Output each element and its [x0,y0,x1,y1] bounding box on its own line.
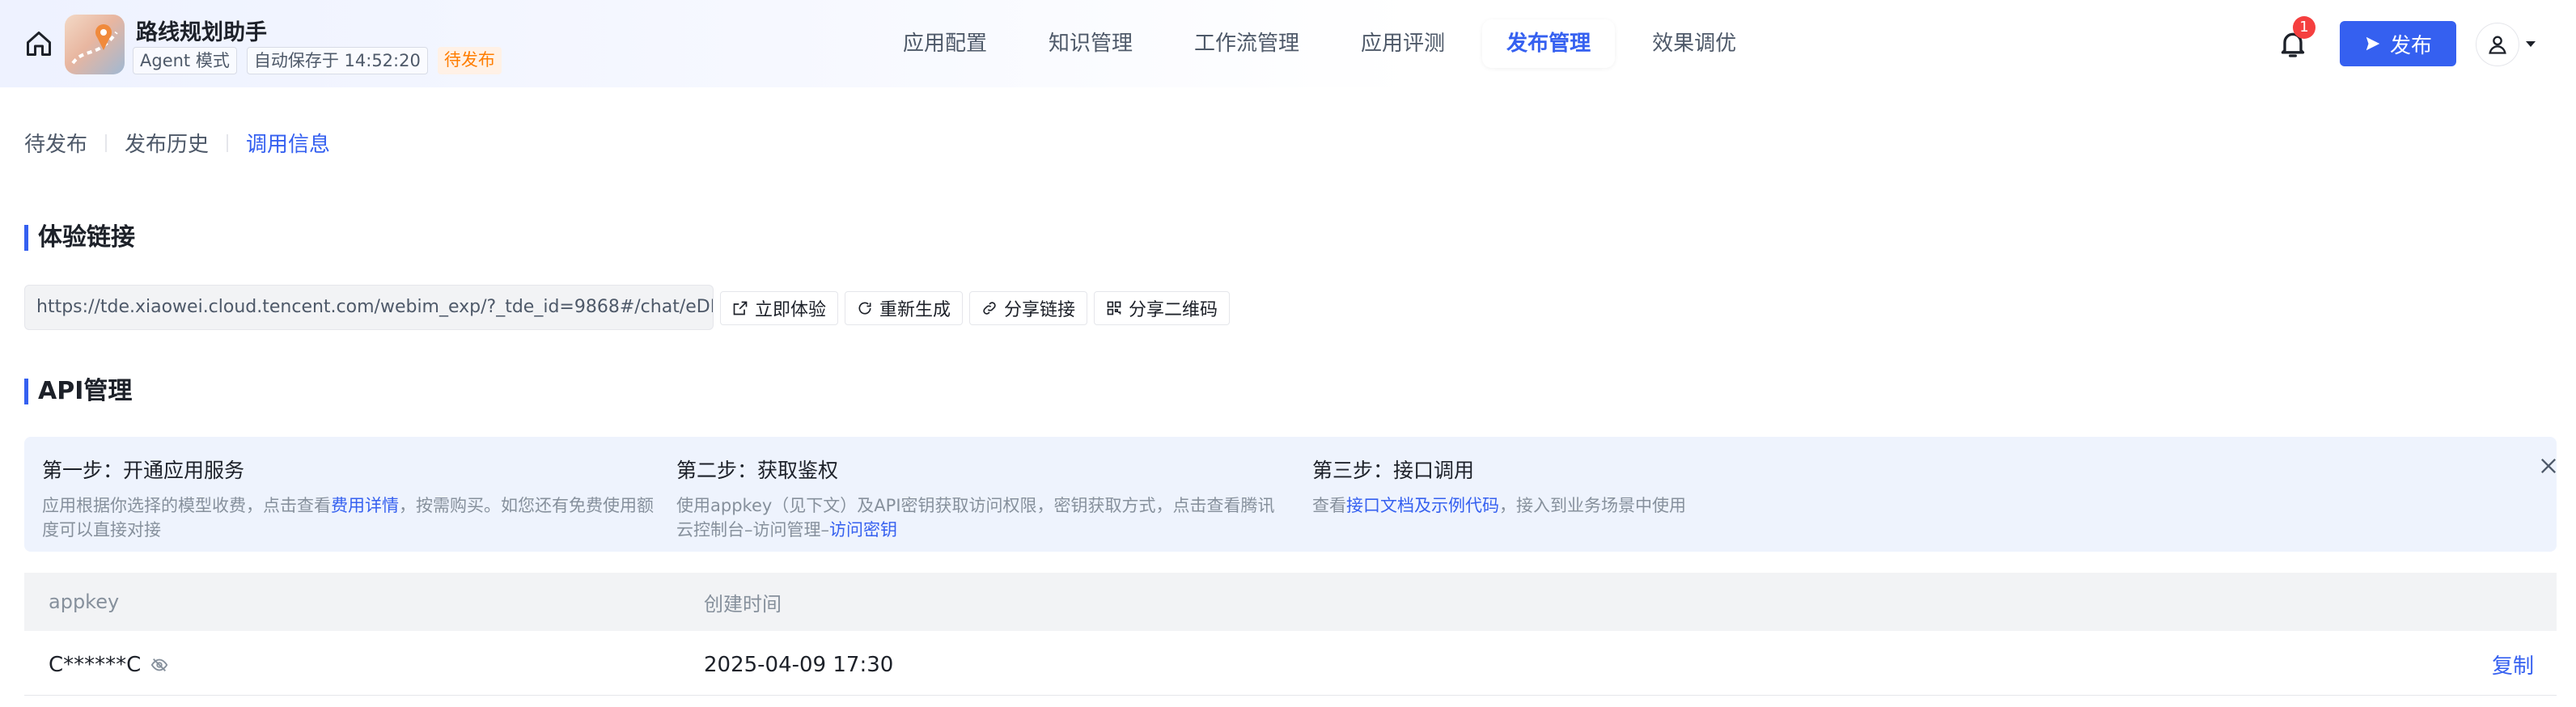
regenerate-label: 重新生成 [879,300,951,320]
avatar[interactable] [2476,23,2519,66]
home-icon[interactable] [24,29,53,58]
status-badge: 待发布 [437,47,502,74]
divider [227,133,229,152]
publish-button[interactable]: 发布 [2340,21,2456,66]
appkey-cell: C******C [49,634,168,695]
close-icon[interactable] [2537,455,2560,477]
tab-evaluation[interactable]: 应用评测 [1337,19,1469,68]
experience-url-field[interactable]: https://tde.xiaowei.cloud.tencent.com/we… [24,285,714,330]
appkey-value: C******C [49,652,142,677]
step-title: 第二步：获取鉴权 [676,459,839,482]
api-steps-banner: 第一步：开通应用服务 应用根据你选择的模型收费，点击查看费用详情，按需购买。如您… [24,437,2557,552]
user-icon [2489,36,2506,54]
sub-tabs: 待发布 发布历史 调用信息 [24,128,330,158]
share-qrcode-button[interactable]: 分享二维码 [1094,291,1231,325]
column-header-created: 创建时间 [704,592,782,616]
copy-button[interactable]: 复制 [2492,634,2534,695]
tab-tuning[interactable]: 效果调优 [1628,19,1760,68]
step-desc: 应用根据你选择的模型收费，点击查看费用详情，按需购买。如您还有免费使用额度可以直… [42,496,654,540]
step-title: 第三步：接口调用 [1312,459,1475,482]
step-title: 第一步：开通应用服务 [42,459,245,482]
tab-workflow[interactable]: 工作流管理 [1170,19,1324,68]
divider [105,133,108,152]
step-desc: 使用appkey（见下文）及API密钥获取访问权限，密钥获取方式，点击查看腾讯云… [676,496,1275,540]
open-icon [733,301,748,315]
column-header-appkey: appkey [49,591,120,613]
send-icon [2366,36,2380,51]
link-icon [983,302,996,315]
eye-hidden-icon[interactable] [150,656,168,674]
step-2: 第二步：获取鉴权 使用appkey（见下文）及API密钥获取访问权限，密钥获取方… [676,455,1291,542]
fee-details-link[interactable]: 费用详情 [331,496,399,515]
top-bar: 路线规划助手 Agent 模式 自动保存于 14:52:20 待发布 应用配置 … [0,0,2576,87]
autosave-tag: 自动保存于 14:52:20 [246,47,428,74]
app-name: 路线规划助手 [136,20,267,45]
app-logo [65,15,125,74]
step-desc: 查看接口文档及示例代码，接入到业务场景中使用 [1312,496,1686,515]
qrcode-icon [1107,301,1121,315]
tab-knowledge[interactable]: 知识管理 [1024,19,1157,68]
subtab-call-info[interactable]: 调用信息 [246,128,330,158]
publish-label: 发布 [2389,33,2432,58]
table-row: C******C 2025-04-09 17:30 复制 [24,634,2557,696]
mode-tag: Agent 模式 [133,47,237,74]
share-link-label: 分享链接 [1004,300,1076,320]
try-now-button[interactable]: 立即体验 [720,291,839,325]
app-meta: Agent 模式 自动保存于 14:52:20 待发布 [133,47,502,74]
main-nav: 应用配置 知识管理 工作流管理 应用评测 发布管理 效果调优 [879,19,1760,68]
notification-badge: 1 [2293,16,2315,39]
refresh-icon [858,302,871,315]
step-3: 第三步：接口调用 查看接口文档及示例代码，接入到业务场景中使用 [1312,455,1927,518]
subtab-pending[interactable]: 待发布 [24,128,87,158]
tab-publish[interactable]: 发布管理 [1482,19,1616,68]
chevron-down-icon[interactable] [2523,36,2539,52]
created-time: 2025-04-09 17:30 [704,652,894,677]
api-docs-link[interactable]: 接口文档及示例代码 [1346,496,1499,515]
share-link-button[interactable]: 分享链接 [969,291,1088,325]
try-now-label: 立即体验 [755,300,827,320]
experience-title: 体验链接 [24,225,135,251]
regenerate-button[interactable]: 重新生成 [845,291,964,325]
subtab-history[interactable]: 发布历史 [125,128,209,158]
tab-app-config[interactable]: 应用配置 [879,19,1011,68]
table-header: appkey 创建时间 [24,573,2557,631]
api-title: API管理 [24,379,132,404]
step-1: 第一步：开通应用服务 应用根据你选择的模型收费，点击查看费用详情，按需购买。如您… [42,455,657,542]
access-key-link[interactable]: 访问密钥 [829,520,897,540]
experience-actions: 立即体验 重新生成 分享链接 分享二维码 [720,291,1231,325]
share-qrcode-label: 分享二维码 [1129,300,1218,320]
